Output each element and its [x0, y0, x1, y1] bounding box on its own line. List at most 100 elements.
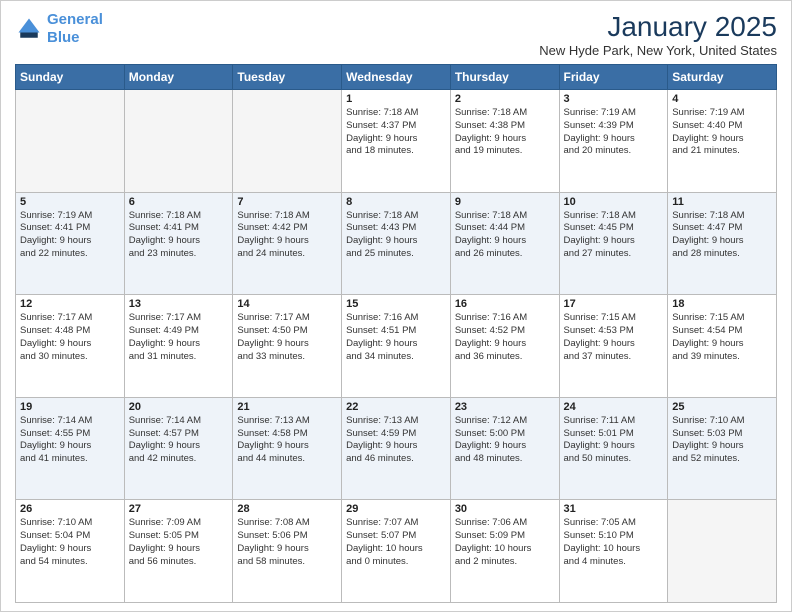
calendar-week-row: 19 Sunrise: 7:14 AM Sunset: 4:55 PM Dayli… [16, 397, 777, 500]
day-number: 29 [346, 503, 446, 515]
day-info: Sunrise: 7:06 AM Sunset: 5:09 PM Dayligh… [455, 517, 555, 568]
day-number: 7 [237, 196, 337, 208]
calendar-cell: 25 Sunrise: 7:10 AM Sunset: 5:03 PM Dayli… [668, 397, 777, 500]
calendar-cell: 5Sunrise: 7:19 AM Sunset: 4:41 PM Daylig… [16, 192, 125, 295]
month-title: January 2025 [539, 11, 777, 43]
day-info: Sunrise: 7:13 AM Sunset: 4:59 PM Dayligh… [346, 415, 446, 466]
weekday-header: Monday [124, 65, 233, 90]
day-number: 30 [455, 503, 555, 515]
day-number: 17 [564, 298, 664, 310]
calendar-week-row: 5Sunrise: 7:19 AM Sunset: 4:41 PM Daylig… [16, 192, 777, 295]
day-info: Sunrise: 7:09 AM Sunset: 5:05 PM Dayligh… [129, 517, 229, 568]
day-number: 20 [129, 401, 229, 413]
logo-line1: General [47, 11, 103, 28]
calendar-cell [124, 90, 233, 193]
day-info: Sunrise: 7:18 AM Sunset: 4:45 PM Dayligh… [564, 210, 664, 261]
logo-line2: Blue [47, 29, 80, 46]
calendar-cell: 31 Sunrise: 7:05 AM Sunset: 5:10 PM Dayli… [559, 500, 668, 603]
calendar-cell: 7 Sunrise: 7:18 AM Sunset: 4:42 PM Daylig… [233, 192, 342, 295]
day-info: Sunrise: 7:17 AM Sunset: 4:50 PM Dayligh… [237, 312, 337, 363]
calendar-cell: 23 Sunrise: 7:12 AM Sunset: 5:00 PM Dayli… [450, 397, 559, 500]
day-number: 18 [672, 298, 772, 310]
day-number: 31 [564, 503, 664, 515]
day-info: Sunrise: 7:17 AM Sunset: 4:49 PM Dayligh… [129, 312, 229, 363]
day-info: Sunrise: 7:17 AM Sunset: 4:48 PM Dayligh… [20, 312, 120, 363]
calendar-cell: 15Sunrise: 7:16 AM Sunset: 4:51 PM Dayli… [342, 295, 451, 398]
day-number: 16 [455, 298, 555, 310]
page: General Blue January 2025 New Hyde Park,… [0, 0, 792, 612]
day-number: 1 [346, 93, 446, 105]
day-number: 23 [455, 401, 555, 413]
weekday-header: Saturday [668, 65, 777, 90]
calendar-cell: 24Sunrise: 7:11 AM Sunset: 5:01 PM Dayli… [559, 397, 668, 500]
calendar-cell [16, 90, 125, 193]
header: General Blue January 2025 New Hyde Park,… [15, 11, 777, 58]
day-number: 26 [20, 503, 120, 515]
calendar-cell: 16 Sunrise: 7:16 AM Sunset: 4:52 PM Dayli… [450, 295, 559, 398]
weekday-header: Sunday [16, 65, 125, 90]
day-number: 3 [564, 93, 664, 105]
day-info: Sunrise: 7:13 AM Sunset: 4:58 PM Dayligh… [237, 415, 337, 466]
calendar-cell: 26 Sunrise: 7:10 AM Sunset: 5:04 PM Dayli… [16, 500, 125, 603]
logo-text: General Blue [47, 11, 103, 47]
calendar-cell: 8 Sunrise: 7:18 AM Sunset: 4:43 PM Daylig… [342, 192, 451, 295]
calendar-cell: 3Sunrise: 7:19 AM Sunset: 4:39 PM Daylig… [559, 90, 668, 193]
day-info: Sunrise: 7:16 AM Sunset: 4:52 PM Dayligh… [455, 312, 555, 363]
calendar-cell: 11Sunrise: 7:18 AM Sunset: 4:47 PM Dayli… [668, 192, 777, 295]
day-info: Sunrise: 7:15 AM Sunset: 4:54 PM Dayligh… [672, 312, 772, 363]
day-info: Sunrise: 7:14 AM Sunset: 4:55 PM Dayligh… [20, 415, 120, 466]
location: New Hyde Park, New York, United States [539, 43, 777, 58]
day-number: 8 [346, 196, 446, 208]
day-number: 13 [129, 298, 229, 310]
day-info: Sunrise: 7:18 AM Sunset: 4:43 PM Dayligh… [346, 210, 446, 261]
day-info: Sunrise: 7:10 AM Sunset: 5:04 PM Dayligh… [20, 517, 120, 568]
day-info: Sunrise: 7:16 AM Sunset: 4:51 PM Dayligh… [346, 312, 446, 363]
weekday-header: Friday [559, 65, 668, 90]
calendar-cell: 28Sunrise: 7:08 AM Sunset: 5:06 PM Dayli… [233, 500, 342, 603]
calendar-week-row: 26 Sunrise: 7:10 AM Sunset: 5:04 PM Dayli… [16, 500, 777, 603]
day-info: Sunrise: 7:18 AM Sunset: 4:41 PM Dayligh… [129, 210, 229, 261]
day-info: Sunrise: 7:18 AM Sunset: 4:38 PM Dayligh… [455, 107, 555, 158]
calendar-cell: 12 Sunrise: 7:17 AM Sunset: 4:48 PM Dayli… [16, 295, 125, 398]
day-info: Sunrise: 7:14 AM Sunset: 4:57 PM Dayligh… [129, 415, 229, 466]
logo: General Blue [15, 11, 103, 47]
calendar-cell: 22 Sunrise: 7:13 AM Sunset: 4:59 PM Dayli… [342, 397, 451, 500]
calendar: SundayMondayTuesdayWednesdayThursdayFrid… [15, 64, 777, 603]
calendar-week-row: 12 Sunrise: 7:17 AM Sunset: 4:48 PM Dayli… [16, 295, 777, 398]
day-info: Sunrise: 7:11 AM Sunset: 5:01 PM Dayligh… [564, 415, 664, 466]
day-number: 5 [20, 196, 120, 208]
calendar-cell: 30 Sunrise: 7:06 AM Sunset: 5:09 PM Dayli… [450, 500, 559, 603]
day-info: Sunrise: 7:18 AM Sunset: 4:37 PM Dayligh… [346, 107, 446, 158]
day-number: 28 [237, 503, 337, 515]
calendar-cell: 13 Sunrise: 7:17 AM Sunset: 4:49 PM Dayli… [124, 295, 233, 398]
day-number: 9 [455, 196, 555, 208]
day-info: Sunrise: 7:18 AM Sunset: 4:44 PM Dayligh… [455, 210, 555, 261]
day-number: 25 [672, 401, 772, 413]
day-info: Sunrise: 7:15 AM Sunset: 4:53 PM Dayligh… [564, 312, 664, 363]
day-info: Sunrise: 7:10 AM Sunset: 5:03 PM Dayligh… [672, 415, 772, 466]
day-info: Sunrise: 7:05 AM Sunset: 5:10 PM Dayligh… [564, 517, 664, 568]
calendar-cell: 17 Sunrise: 7:15 AM Sunset: 4:53 PM Dayli… [559, 295, 668, 398]
calendar-cell: 20 Sunrise: 7:14 AM Sunset: 4:57 PM Dayli… [124, 397, 233, 500]
day-number: 10 [564, 196, 664, 208]
day-info: Sunrise: 7:18 AM Sunset: 4:42 PM Dayligh… [237, 210, 337, 261]
calendar-cell: 14Sunrise: 7:17 AM Sunset: 4:50 PM Dayli… [233, 295, 342, 398]
day-number: 22 [346, 401, 446, 413]
calendar-cell: 21 Sunrise: 7:13 AM Sunset: 4:58 PM Dayli… [233, 397, 342, 500]
calendar-week-row: 1 Sunrise: 7:18 AM Sunset: 4:37 PM Daylig… [16, 90, 777, 193]
weekday-header: Wednesday [342, 65, 451, 90]
day-number: 2 [455, 93, 555, 105]
calendar-cell: 9 Sunrise: 7:18 AM Sunset: 4:44 PM Daylig… [450, 192, 559, 295]
calendar-cell: 10 Sunrise: 7:18 AM Sunset: 4:45 PM Dayli… [559, 192, 668, 295]
title-area: January 2025 New Hyde Park, New York, Un… [539, 11, 777, 58]
weekday-header: Thursday [450, 65, 559, 90]
calendar-cell [668, 500, 777, 603]
day-info: Sunrise: 7:19 AM Sunset: 4:40 PM Dayligh… [672, 107, 772, 158]
day-number: 12 [20, 298, 120, 310]
day-info: Sunrise: 7:12 AM Sunset: 5:00 PM Dayligh… [455, 415, 555, 466]
calendar-cell: 1 Sunrise: 7:18 AM Sunset: 4:37 PM Daylig… [342, 90, 451, 193]
day-number: 21 [237, 401, 337, 413]
calendar-cell: 27Sunrise: 7:09 AM Sunset: 5:05 PM Dayli… [124, 500, 233, 603]
weekday-header: Tuesday [233, 65, 342, 90]
day-number: 19 [20, 401, 120, 413]
